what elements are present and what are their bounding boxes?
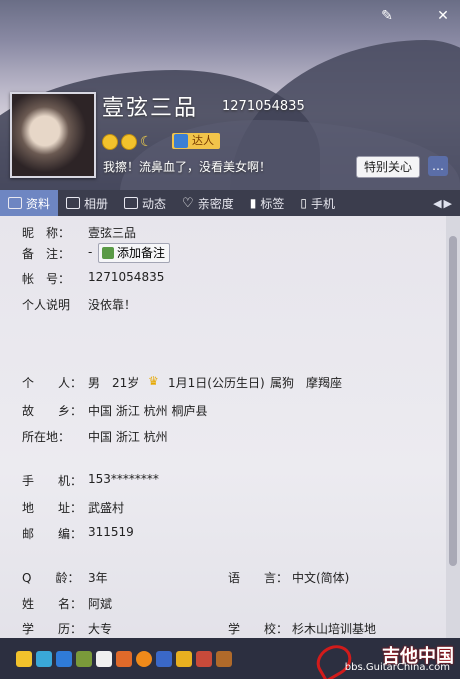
language-value: 中文(简体) bbox=[292, 571, 350, 585]
status-icons: ☾ bbox=[102, 134, 154, 150]
tab-profile[interactable]: 资料 bbox=[0, 190, 59, 216]
account-label: 帐 号： bbox=[22, 272, 71, 286]
nickname: 壹弦三品 bbox=[102, 96, 199, 121]
tab-intimacy[interactable]: ♡ 亲密度 bbox=[174, 190, 242, 216]
education-value: 大专 bbox=[88, 622, 113, 636]
phone-icon: ▯ bbox=[300, 196, 307, 210]
tab-label: 资料 bbox=[26, 196, 51, 211]
name-label: 姓 名： bbox=[22, 597, 83, 611]
header-banner: ✎ ✕ 壹弦三品 1271054835 ☾ 达人 我擦！流鼻血了，没看美女啊！ … bbox=[0, 0, 460, 190]
shield-icon[interactable] bbox=[176, 650, 192, 667]
mobile-value: 153******** bbox=[88, 472, 159, 486]
tab-label: 标签 bbox=[260, 196, 285, 211]
skin-button[interactable]: ✎ bbox=[376, 6, 398, 26]
tab-label: 手机 bbox=[310, 196, 335, 211]
nick-label: 昵 称： bbox=[22, 226, 71, 240]
mobile-label: 手 机： bbox=[22, 474, 83, 488]
profile-card-icon bbox=[8, 197, 22, 209]
mascot-icon[interactable] bbox=[196, 650, 212, 667]
app-bar: 吉他中国 bbs.GuitarChina.com bbox=[0, 638, 460, 679]
edit-icon bbox=[102, 247, 114, 259]
heart-icon: ♡ bbox=[182, 195, 194, 211]
tab-album[interactable]: 相册 bbox=[58, 190, 116, 216]
birthday: 1月1日(公历生日) bbox=[168, 376, 265, 390]
tab-label: 亲密度 bbox=[197, 196, 234, 211]
mail-icon[interactable] bbox=[56, 650, 72, 667]
location-label: 所在地： bbox=[22, 430, 71, 444]
tab-tags[interactable]: ▮ 标签 bbox=[242, 190, 293, 216]
scrollbar[interactable] bbox=[446, 216, 460, 638]
nick-value: 壹弦三品 bbox=[88, 226, 137, 240]
tab-scroll-arrows[interactable]: ◀▶ bbox=[433, 197, 460, 210]
zip-label: 邮 编： bbox=[22, 527, 83, 541]
description-label: 个人说明 bbox=[22, 298, 71, 312]
qage-label: Q 龄： bbox=[22, 571, 80, 585]
moon-icon[interactable]: ☾ bbox=[140, 135, 154, 149]
name-value: 阿斌 bbox=[88, 597, 113, 611]
address-label: 地 址： bbox=[22, 501, 83, 515]
penguin-icon[interactable] bbox=[96, 650, 112, 667]
scrollbar-thumb[interactable] bbox=[449, 236, 457, 566]
badge-label: 达人 bbox=[192, 134, 214, 147]
tab-phone[interactable]: ▯ 手机 bbox=[292, 190, 343, 216]
hometown-value: 中国 浙江 杭州 桐庐县 bbox=[88, 404, 208, 418]
crown-icon: ♛ bbox=[148, 374, 159, 388]
age: 21岁 bbox=[112, 376, 140, 390]
game-icon[interactable] bbox=[116, 650, 132, 667]
ship-icon[interactable] bbox=[156, 650, 172, 667]
star-icon[interactable] bbox=[16, 650, 32, 667]
avatar[interactable] bbox=[10, 92, 96, 178]
guitar-logo-icon bbox=[310, 639, 358, 679]
tab-label: 相册 bbox=[84, 196, 109, 211]
tab-label: 动态 bbox=[142, 196, 167, 211]
hometown-label: 故 乡： bbox=[22, 404, 83, 418]
close-button[interactable]: ✕ bbox=[432, 6, 454, 26]
education-label: 学 历： bbox=[22, 622, 83, 636]
signature: 我擦！流鼻血了，没看美女啊！ bbox=[103, 160, 272, 174]
description-value: 没依靠！ bbox=[88, 298, 137, 312]
qq-profile-window: ✎ ✕ 壹弦三品 1271054835 ☾ 达人 我擦！流鼻血了，没看美女啊！ … bbox=[0, 0, 460, 679]
profile-details: 昵 称： 壹弦三品 备 注： - 添加备注 帐 号： 1271054835 个人… bbox=[0, 216, 446, 638]
zodiac: 属狗 bbox=[270, 376, 295, 390]
remark-label: 备 注： bbox=[22, 247, 71, 261]
smiley-icon[interactable] bbox=[121, 134, 137, 150]
bookmark-icon: ▮ bbox=[249, 196, 257, 210]
smiley-icon[interactable] bbox=[102, 134, 118, 150]
feed-icon bbox=[124, 197, 139, 209]
gender: 男 bbox=[88, 376, 101, 390]
pet-icon[interactable] bbox=[76, 650, 92, 667]
special-care-button[interactable]: 特别关心 bbox=[356, 156, 420, 178]
qq-number: 1271054835 bbox=[222, 99, 305, 114]
tab-feed[interactable]: 动态 bbox=[116, 190, 174, 216]
account-value: 1271054835 bbox=[88, 270, 165, 284]
zip-value: 311519 bbox=[88, 525, 134, 539]
chat-icon[interactable]: … bbox=[428, 156, 448, 176]
add-remark-button[interactable]: 添加备注 bbox=[98, 243, 171, 263]
personal-label: 个 人： bbox=[22, 376, 83, 390]
qzone-icon[interactable] bbox=[36, 650, 52, 667]
remark-value: - bbox=[88, 245, 93, 259]
app-icon[interactable] bbox=[216, 650, 232, 667]
watermark-url: bbs.GuitarChina.com bbox=[344, 662, 450, 673]
location-value: 中国 浙江 杭州 bbox=[88, 430, 168, 444]
school-value: 杉木山培训基地 bbox=[292, 622, 377, 636]
school-label: 学 校： bbox=[228, 622, 289, 636]
talent-badge[interactable]: 达人 bbox=[172, 133, 220, 149]
address-value: 武盛村 bbox=[88, 501, 125, 515]
tab-bar: 资料 相册 动态 ♡ 亲密度 ▮ 标签 ▯ 手机 ◀▶ bbox=[0, 190, 460, 216]
album-icon bbox=[66, 197, 81, 209]
music-icon[interactable] bbox=[136, 650, 152, 667]
add-remark-label: 添加备注 bbox=[117, 246, 166, 260]
language-label: 语 言： bbox=[228, 571, 289, 585]
badge-icon bbox=[174, 134, 188, 148]
qage-value: 3年 bbox=[88, 571, 108, 585]
constellation: 摩羯座 bbox=[306, 376, 343, 390]
